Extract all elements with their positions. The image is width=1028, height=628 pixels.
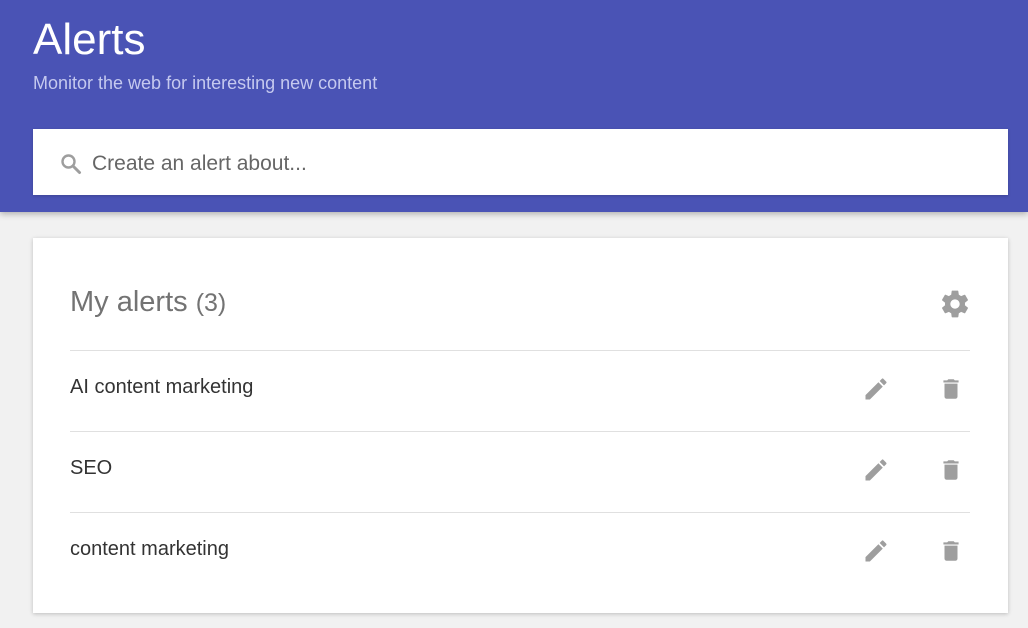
my-alerts-title: My alerts (3)	[70, 284, 226, 321]
alert-row: AI content marketing	[70, 350, 970, 431]
pencil-icon[interactable]	[862, 456, 890, 484]
my-alerts-title-label: My alerts	[70, 286, 188, 318]
search-icon	[61, 154, 81, 174]
alert-label: AI content marketing	[70, 376, 254, 398]
gear-icon[interactable]	[939, 288, 971, 320]
trash-icon[interactable]	[938, 537, 964, 565]
page-title: Alerts	[33, 15, 146, 64]
pencil-icon[interactable]	[862, 375, 890, 403]
alert-row: content marketing	[70, 512, 970, 593]
page-header: Alerts Monitor the web for interesting n…	[0, 0, 1028, 212]
pencil-icon[interactable]	[862, 537, 890, 565]
trash-icon[interactable]	[938, 375, 964, 403]
my-alerts-card: My alerts (3) AI content marketing SEO c…	[33, 238, 1008, 613]
alerts-count: (3)	[195, 289, 227, 317]
alert-label: SEO	[70, 457, 113, 479]
trash-icon[interactable]	[938, 456, 964, 484]
page-subtitle: Monitor the web for interesting new cont…	[33, 73, 378, 93]
search-input[interactable]	[92, 145, 972, 183]
alert-row: SEO	[70, 431, 970, 512]
alert-label: content marketing	[70, 538, 229, 560]
